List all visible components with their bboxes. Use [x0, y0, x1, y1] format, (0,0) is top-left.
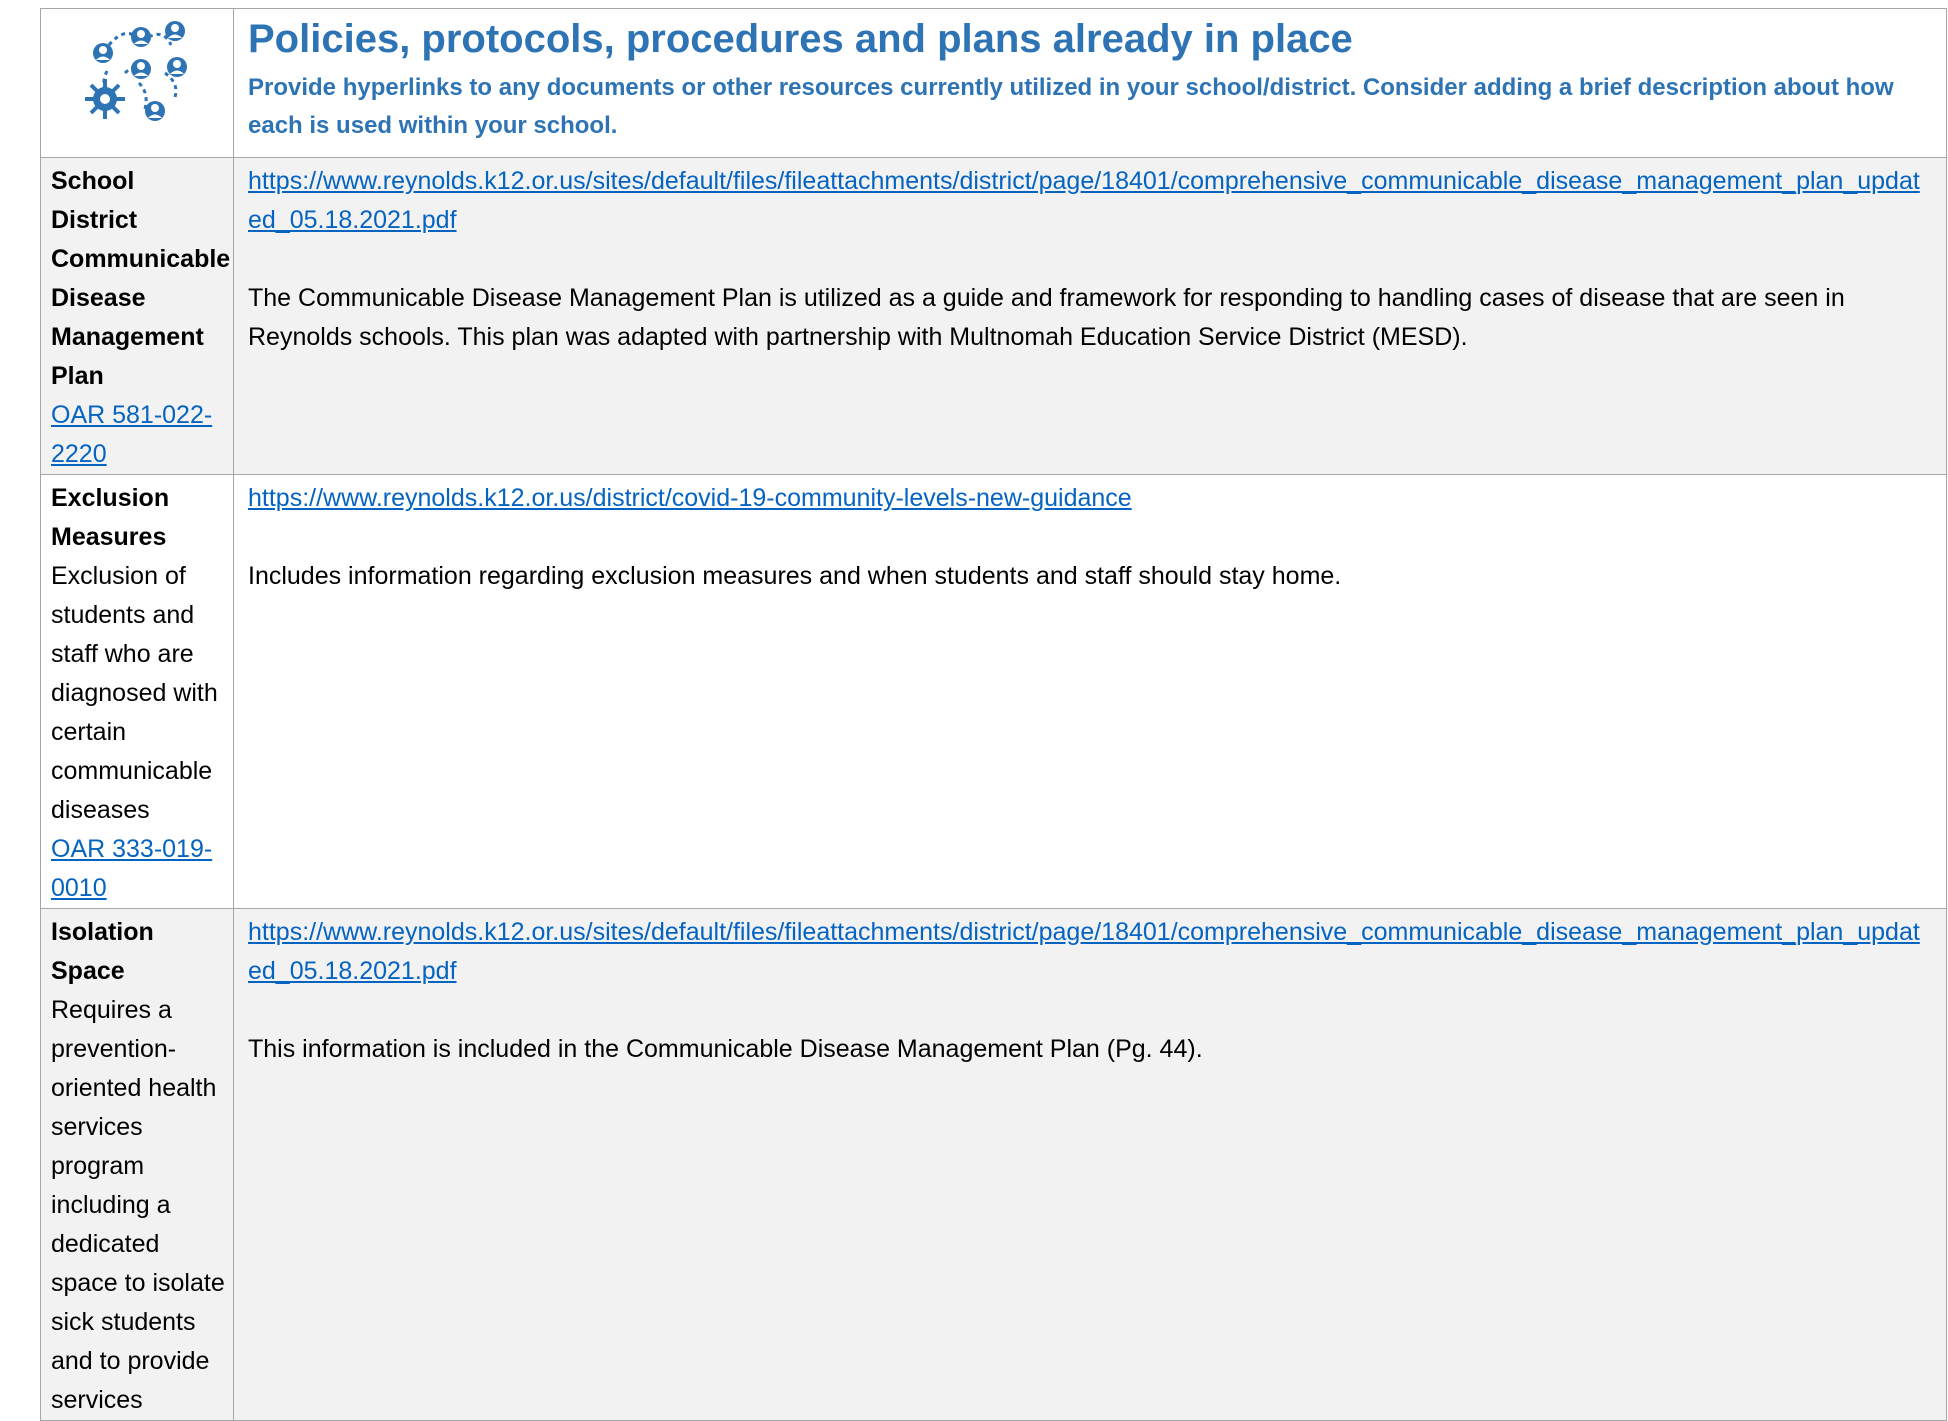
row-label-cell: School District Communicable Disease Man…: [40, 157, 234, 475]
row-description: The Communicable Disease Management Plan…: [248, 284, 1845, 351]
row-content-cell: https://www.reynolds.k12.or.us/sites/def…: [233, 157, 1947, 475]
row-label-title: School District Communicable Disease Man…: [51, 167, 231, 390]
row-content-cell: https://www.reynolds.k12.or.us/sites/def…: [233, 908, 1947, 1421]
people-network-icon: [85, 21, 187, 121]
row-label-description: Exclusion of students and staff who are …: [51, 562, 218, 824]
document-link[interactable]: https://www.reynolds.k12.or.us/sites/def…: [248, 162, 1932, 240]
header-icon-cell: [40, 8, 234, 158]
header-text-cell: Policies, protocols, procedures and plan…: [233, 8, 1947, 158]
row-label-cell: Isolation Space Requires a prevention-or…: [40, 908, 234, 1421]
table-row-communicable-disease-plan: School District Communicable Disease Man…: [40, 157, 1947, 475]
document-link[interactable]: https://www.reynolds.k12.or.us/district/…: [248, 479, 1932, 518]
table-row-isolation-space: Isolation Space Requires a prevention-or…: [40, 908, 1947, 1421]
policies-table: Policies, protocols, procedures and plan…: [40, 8, 1947, 1421]
oar-link[interactable]: OAR 333-019-0010: [51, 830, 225, 908]
page-subtitle: Provide hyperlinks to any documents or o…: [248, 74, 1894, 139]
row-label-description: Requires a prevention-oriented health se…: [51, 996, 225, 1414]
document-link[interactable]: https://www.reynolds.k12.or.us/sites/def…: [248, 913, 1932, 991]
row-label-title: Exclusion Measures: [51, 484, 170, 551]
oar-link[interactable]: OAR 581-022-2220: [51, 396, 225, 474]
row-description: This information is included in the Comm…: [248, 1035, 1203, 1063]
row-label-cell: Exclusion Measures Exclusion of students…: [40, 474, 234, 909]
row-description: Includes information regarding exclusion…: [248, 562, 1342, 590]
page-title: Policies, protocols, procedures and plan…: [248, 17, 1353, 61]
header-row: Policies, protocols, procedures and plan…: [40, 8, 1947, 158]
row-content-cell: https://www.reynolds.k12.or.us/district/…: [233, 474, 1947, 909]
policies-table-wrapper: Policies, protocols, procedures and plan…: [40, 8, 1947, 1421]
table-row-exclusion-measures: Exclusion Measures Exclusion of students…: [40, 474, 1947, 909]
row-label-title: Isolation Space: [51, 918, 154, 985]
